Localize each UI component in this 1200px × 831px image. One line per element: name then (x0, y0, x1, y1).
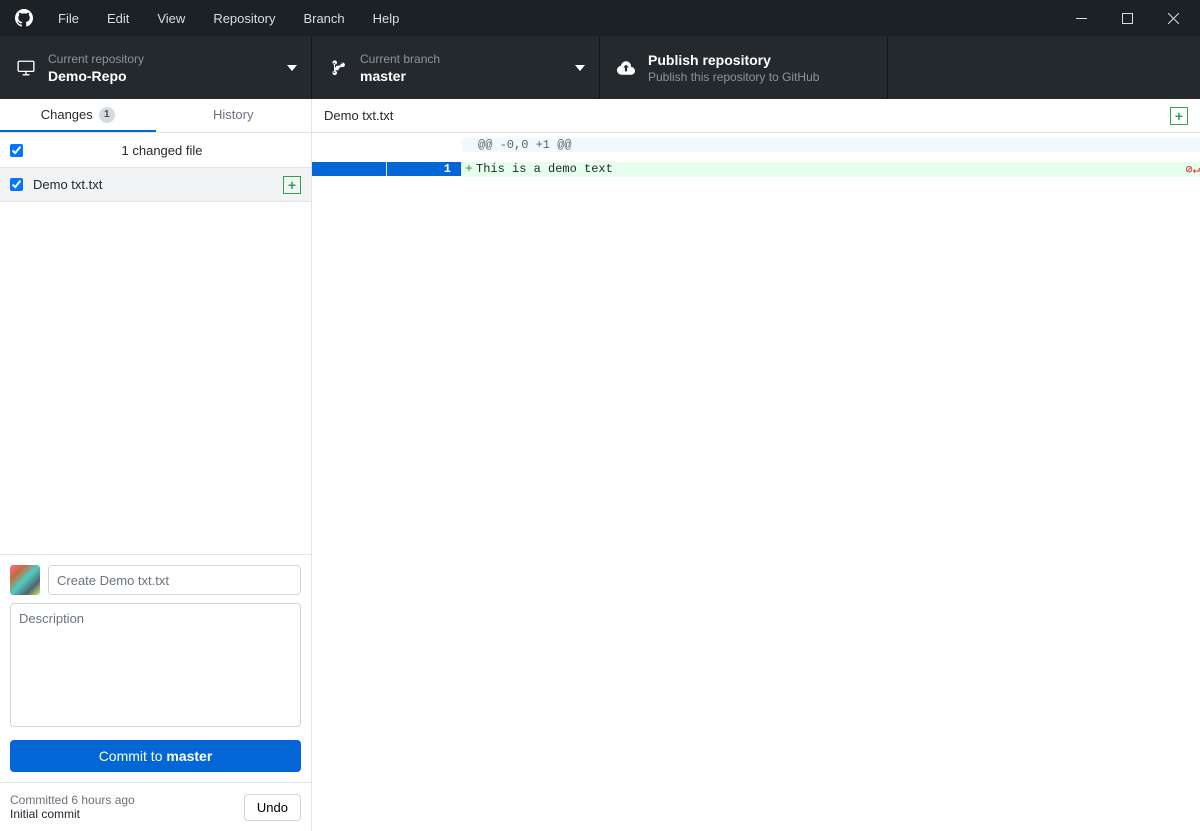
changes-count-badge: 1 (99, 107, 115, 123)
publish-repository-subtitle: Publish this repository to GitHub (648, 69, 873, 85)
diff-old-line-number (312, 162, 387, 176)
changed-file-row[interactable]: Demo txt.txt + (0, 168, 311, 202)
expand-diff-icon[interactable]: + (1170, 107, 1188, 125)
commit-form: Commit to master (0, 554, 311, 782)
changed-files-list: Demo txt.txt + (0, 168, 311, 554)
window-maximize-button[interactable] (1104, 0, 1150, 36)
diff-file-header: Demo txt.txt + (312, 99, 1200, 133)
files-header: 1 changed file (0, 133, 311, 168)
menu-help[interactable]: Help (359, 0, 414, 36)
current-branch-name: master (360, 67, 575, 85)
file-added-icon: + (283, 176, 301, 194)
commit-button-prefix: Commit to (99, 748, 167, 764)
diff-new-line-number: 1 (387, 162, 462, 176)
no-newline-icon: ⊘↵ (1186, 162, 1200, 177)
commit-button[interactable]: Commit to master (10, 740, 301, 772)
menu-file[interactable]: File (44, 0, 93, 36)
commit-description-input[interactable] (10, 603, 301, 727)
last-commit-time: Committed 6 hours ago (10, 793, 244, 807)
menubar: File Edit View Repository Branch Help (0, 0, 1200, 36)
cloud-upload-icon (614, 59, 638, 77)
tab-changes[interactable]: Changes 1 (0, 99, 156, 132)
monitor-icon (14, 59, 38, 77)
diff-view: @@ -0,0 +1 @@ 1 + This is a demo text ⊘↵ (312, 133, 1200, 181)
diff-hunk-header-text: @@ -0,0 +1 @@ (478, 138, 1200, 152)
user-avatar (10, 565, 40, 595)
diff-panel: Demo txt.txt + @@ -0,0 +1 @@ 1 + This is… (312, 99, 1200, 831)
chevron-down-icon (575, 65, 585, 71)
changed-files-count-label: 1 changed file (23, 143, 301, 158)
chevron-down-icon (287, 65, 297, 71)
publish-repository-title: Publish repository (648, 51, 873, 69)
tab-changes-label: Changes (41, 107, 93, 122)
current-branch-label: Current branch (360, 51, 575, 67)
window-minimize-button[interactable] (1058, 0, 1104, 36)
diff-line-text: This is a demo text (476, 162, 1184, 176)
current-repository-dropdown[interactable]: Current repository Demo-Repo (0, 36, 312, 99)
github-logo-icon (4, 9, 44, 27)
current-repository-label: Current repository (48, 51, 287, 67)
git-branch-icon (326, 60, 350, 76)
undo-commit-button[interactable]: Undo (244, 794, 301, 821)
diff-added-line-row[interactable]: 1 + This is a demo text ⊘↵ (312, 157, 1200, 181)
window-close-button[interactable] (1150, 0, 1196, 36)
menu-view[interactable]: View (143, 0, 199, 36)
diff-filename: Demo txt.txt (324, 108, 1170, 123)
last-commit-bar: Committed 6 hours ago Initial commit Und… (0, 782, 311, 831)
toolbar: Current repository Demo-Repo Current bra… (0, 36, 1200, 99)
select-all-checkbox[interactable] (10, 144, 23, 157)
menu-repository[interactable]: Repository (199, 0, 289, 36)
diff-hunk-header-row: @@ -0,0 +1 @@ (312, 133, 1200, 157)
commit-button-branch: master (166, 748, 212, 764)
tab-history[interactable]: History (156, 99, 312, 132)
commit-summary-input[interactable] (48, 565, 301, 595)
tab-history-label: History (213, 107, 253, 122)
file-include-checkbox[interactable] (10, 178, 23, 191)
diff-op-marker: + (462, 162, 476, 176)
sidebar-tabs: Changes 1 History (0, 99, 311, 133)
current-repository-name: Demo-Repo (48, 67, 287, 85)
changed-file-name: Demo txt.txt (33, 177, 283, 192)
last-commit-message: Initial commit (10, 807, 244, 821)
menu-branch[interactable]: Branch (289, 0, 358, 36)
menu-edit[interactable]: Edit (93, 0, 143, 36)
current-branch-dropdown[interactable]: Current branch master (312, 36, 600, 99)
sidebar: Changes 1 History 1 changed file Demo tx… (0, 99, 312, 831)
publish-repository-button[interactable]: Publish repository Publish this reposito… (600, 36, 888, 99)
